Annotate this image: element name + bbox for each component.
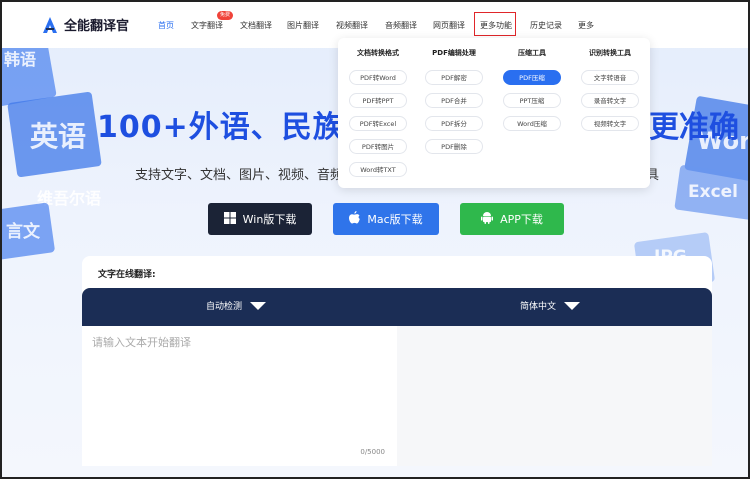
dropdown-column-doc-convert: 文档转换格式 PDF转Word PDF转PPT PDF转Excel PDF转图片… bbox=[338, 48, 418, 177]
menu-item-pdf-to-image[interactable]: PDF转图片 bbox=[349, 139, 407, 154]
deco-word: 英语 bbox=[30, 120, 87, 153]
menu-item-pdf-split[interactable]: PDF拆分 bbox=[425, 116, 483, 131]
menu-item-pdf-to-excel[interactable]: PDF转Excel bbox=[349, 116, 407, 131]
menu-item-pdf-delete[interactable]: PDF删除 bbox=[425, 139, 483, 154]
column-header: 识别转换工具 bbox=[589, 49, 631, 57]
deco-word: 韩语 bbox=[4, 50, 37, 69]
nav-image-translate[interactable]: 图片翻译 bbox=[287, 20, 319, 31]
menu-item-pdf-decrypt[interactable]: PDF解密 bbox=[425, 70, 483, 85]
nav-history[interactable]: 历史记录 bbox=[530, 20, 562, 31]
app-download-button[interactable]: APP下载 bbox=[460, 203, 564, 235]
win-download-label: Win版下载 bbox=[242, 213, 297, 226]
language-bar: 自动检测 简体中文 bbox=[82, 288, 712, 326]
nav-label: 文字翻译 bbox=[191, 21, 223, 30]
hero-subtitle: 支持文字、文档、图片、视频、音频 bbox=[135, 168, 344, 183]
menu-item-pdf-compress[interactable]: PDF压缩 bbox=[503, 70, 561, 85]
menu-item-pdf-to-ppt[interactable]: PDF转PPT bbox=[349, 93, 407, 108]
target-language-select[interactable]: 简体中文 bbox=[520, 299, 581, 312]
page: 韩语 英语 维吾尔语 言文 Wor Excel JPG 全能翻译官 首页 文字翻… bbox=[2, 2, 748, 477]
chevron-down-icon bbox=[250, 301, 267, 310]
menu-item-ppt-compress[interactable]: PPT压缩 bbox=[503, 93, 561, 108]
column-header: 压缩工具 bbox=[518, 49, 546, 57]
target-language-label: 简体中文 bbox=[520, 302, 557, 312]
nav-more[interactable]: 更多 bbox=[578, 20, 594, 31]
menu-item-word-to-txt[interactable]: Word转TXT bbox=[349, 162, 407, 177]
app-download-label: APP下载 bbox=[500, 213, 543, 226]
nav-text-translate[interactable]: 文字翻译 免费 bbox=[191, 11, 233, 31]
windows-icon bbox=[223, 211, 236, 227]
char-counter: 0/5000 bbox=[360, 448, 385, 456]
android-icon bbox=[481, 211, 494, 227]
brand-name: 全能翻译官 bbox=[64, 19, 130, 34]
menu-item-video-to-text[interactable]: 视频转文字 bbox=[581, 116, 639, 131]
menu-item-word-compress[interactable]: Word压缩 bbox=[503, 116, 561, 131]
source-language-select[interactable]: 自动检测 bbox=[206, 299, 267, 312]
free-badge: 免费 bbox=[216, 11, 233, 20]
highlight-box bbox=[474, 12, 516, 36]
logo-icon bbox=[42, 16, 58, 34]
mac-download-button[interactable]: Mac版下载 bbox=[333, 203, 439, 235]
hero-title-end: 更准确 bbox=[649, 110, 739, 145]
dropdown-column-compress: 压缩工具 PDF压缩 PPT压缩 Word压缩 bbox=[492, 48, 572, 131]
nav-home[interactable]: 首页 bbox=[158, 20, 174, 31]
input-placeholder: 请输入文本开始翻译 bbox=[92, 336, 191, 349]
translation-output bbox=[397, 326, 712, 466]
nav-doc-translate[interactable]: 文档翻译 bbox=[240, 20, 272, 31]
apple-icon bbox=[349, 211, 361, 227]
deco-word: Excel bbox=[688, 182, 739, 202]
dropdown-column-recognize: 识别转换工具 文字转语音 录音转文字 视频转文字 bbox=[570, 48, 650, 131]
deco-word: 言文 bbox=[6, 222, 40, 242]
menu-item-pdf-merge[interactable]: PDF合并 bbox=[425, 93, 483, 108]
menu-item-audio-to-text[interactable]: 录音转文字 bbox=[581, 93, 639, 108]
more-features-dropdown: 文档转换格式 PDF转Word PDF转PPT PDF转Excel PDF转图片… bbox=[338, 38, 650, 188]
menu-item-pdf-to-word[interactable]: PDF转Word bbox=[349, 70, 407, 85]
brand-logo[interactable]: 全能翻译官 bbox=[42, 15, 129, 34]
source-text-input[interactable]: 请输入文本开始翻译 0/5000 bbox=[82, 326, 397, 466]
nav-web-translate[interactable]: 网页翻译 bbox=[433, 20, 465, 31]
dropdown-column-pdf-edit: PDF编辑处理 PDF解密 PDF合并 PDF拆分 PDF删除 bbox=[414, 48, 494, 154]
mac-download-label: Mac版下载 bbox=[367, 213, 423, 226]
chevron-down-icon bbox=[564, 301, 581, 310]
source-language-label: 自动检测 bbox=[206, 302, 243, 312]
translator-label: 文字在线翻译: bbox=[98, 270, 156, 280]
hero-title: 100+外语、民族语 bbox=[97, 110, 375, 145]
column-header: PDF编辑处理 bbox=[432, 49, 476, 57]
win-download-button[interactable]: Win版下载 bbox=[208, 203, 312, 235]
menu-item-text-to-speech[interactable]: 文字转语音 bbox=[581, 70, 639, 85]
column-header: 文档转换格式 bbox=[357, 49, 399, 57]
nav-audio-translate[interactable]: 音频翻译 bbox=[385, 20, 417, 31]
nav-video-translate[interactable]: 视频翻译 bbox=[336, 20, 368, 31]
